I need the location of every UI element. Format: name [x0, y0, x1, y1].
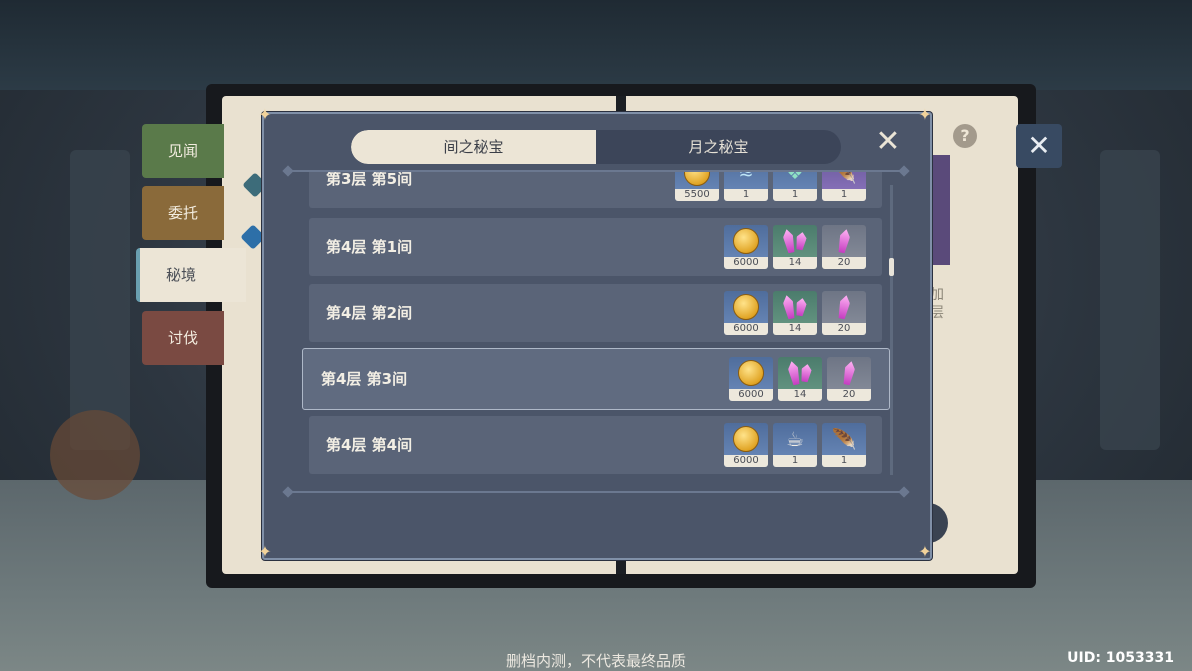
- side-tab-domains[interactable]: 秘境: [136, 248, 246, 302]
- reward-list: 5500 ≈1 ❖ 1 🪶 1: [675, 172, 866, 201]
- side-tab-experience[interactable]: 见闻: [142, 124, 224, 178]
- reward-item[interactable]: 5500: [675, 172, 719, 201]
- reward-count: 1: [724, 189, 768, 201]
- reward-item[interactable]: ❖ 1: [773, 172, 817, 201]
- enhancement-ore-small-icon: [827, 357, 871, 389]
- corner-ornament-icon: ✦: [258, 542, 272, 561]
- modal-close-button[interactable]: ✕: [872, 127, 904, 159]
- reward-count: 1: [822, 455, 866, 467]
- chamber-label: 第4层 第1间: [326, 238, 413, 256]
- reward-list: 6000 14 20: [729, 357, 871, 401]
- reward-count: 1: [773, 455, 817, 467]
- enhancement-ore-small-icon: [822, 225, 866, 257]
- chamber-row[interactable]: 第4层 第4间 6000 ☕ 1 🪶 1: [309, 416, 882, 474]
- feather-artifact-icon: 🪶: [831, 427, 857, 451]
- mora-coin-icon: [729, 357, 773, 389]
- chamber-label: 第4层 第4间: [326, 436, 413, 454]
- reward-count: 20: [822, 257, 866, 269]
- enhancement-ore-icon: [773, 225, 817, 257]
- reward-item[interactable]: 6000: [724, 291, 768, 335]
- chamber-label: 第3层 第5间: [326, 172, 413, 188]
- reward-item[interactable]: 14: [773, 225, 817, 269]
- reward-list: 6000 ☕ 1 🪶 1: [724, 423, 866, 467]
- reward-item[interactable]: 14: [773, 291, 817, 335]
- reward-item[interactable]: 6000: [724, 225, 768, 269]
- reward-count: 14: [778, 389, 822, 401]
- chamber-row[interactable]: 第4层 第2间 6000 14 20: [309, 284, 882, 342]
- chamber-row[interactable]: 第3层 第5间 5500 ≈1 ❖ 1 🪶 1: [309, 172, 882, 208]
- corner-ornament-icon: ✦: [258, 105, 272, 124]
- chamber-row[interactable]: 第4层 第1间 6000 14 20: [309, 218, 882, 276]
- reward-count: 14: [773, 257, 817, 269]
- reward-item[interactable]: ☕ 1: [773, 423, 817, 467]
- reward-count: 14: [773, 323, 817, 335]
- right-page-text: 加: [930, 287, 944, 303]
- reward-count: 6000: [724, 323, 768, 335]
- help-icon[interactable]: ?: [953, 124, 977, 148]
- enhancement-ore-icon: [778, 357, 822, 389]
- fatui-mask-icon: ≈: [738, 172, 754, 184]
- background-sky: [0, 0, 1192, 90]
- reward-count: 5500: [675, 189, 719, 201]
- reward-count: 20: [822, 323, 866, 335]
- background-pillar: [1100, 150, 1160, 450]
- reward-item[interactable]: 20: [822, 291, 866, 335]
- reward-item[interactable]: 20: [827, 357, 871, 401]
- chamber-row[interactable]: 第4层 第3间 6000 14 20: [302, 348, 890, 410]
- teacup-icon: ☕: [786, 427, 804, 451]
- corner-ornament-icon: ✦: [918, 105, 932, 124]
- right-page-text: 层: [930, 305, 944, 321]
- side-tab-bosses[interactable]: 讨伐: [142, 311, 224, 365]
- chamber-label: 第4层 第3间: [321, 370, 408, 388]
- chamber-label: 第4层 第2间: [326, 304, 413, 322]
- side-tab-commissions[interactable]: 委托: [142, 186, 224, 240]
- reward-count: 1: [822, 189, 866, 201]
- scrollbar-track[interactable]: [890, 185, 893, 475]
- list-divider: [288, 491, 904, 493]
- handbook-close-button[interactable]: ✕: [1016, 124, 1062, 168]
- reward-item[interactable]: ≈1: [724, 172, 768, 201]
- background-pillar: [70, 150, 130, 450]
- reward-list: 6000 14 20: [724, 225, 866, 269]
- domain-preview-image: [930, 155, 950, 265]
- chamber-reward-list[interactable]: 第3层 第5间 5500 ≈1 ❖ 1 🪶 1 第4层 第1间 6000 14 20 第4层 第2间 6…: [300, 172, 900, 478]
- reward-list: 6000 14 20: [724, 291, 866, 335]
- reward-item[interactable]: 🪶 1: [822, 423, 866, 467]
- beta-notice: 删档内测，不代表最终品质: [505, 652, 686, 670]
- mora-coin-icon: [724, 423, 768, 455]
- mora-coin-icon: [724, 291, 768, 323]
- enhancement-ore-small-icon: [822, 291, 866, 323]
- reward-item[interactable]: 20: [822, 225, 866, 269]
- mora-coin-icon: [724, 225, 768, 257]
- scrollbar-thumb[interactable]: [889, 258, 894, 276]
- mora-coin-icon: [675, 172, 719, 189]
- corner-ornament-icon: ✦: [918, 542, 932, 561]
- reward-item[interactable]: 6000: [729, 357, 773, 401]
- reward-tab-bar: 间之秘宝 月之秘宝: [351, 130, 841, 164]
- reward-item[interactable]: 14: [778, 357, 822, 401]
- reward-item[interactable]: 🪶 1: [822, 172, 866, 201]
- player-uid: UID: 1053331: [1067, 650, 1174, 666]
- enhancement-ore-icon: [773, 291, 817, 323]
- tab-moon-treasure[interactable]: 月之秘宝: [596, 130, 841, 164]
- reward-item[interactable]: 6000: [724, 423, 768, 467]
- feather-artifact-icon: 🪶: [831, 172, 857, 185]
- artifact-icon: ❖: [786, 172, 804, 184]
- reward-count: 6000: [724, 455, 768, 467]
- reward-count: 20: [827, 389, 871, 401]
- tab-chamber-treasure[interactable]: 间之秘宝: [351, 130, 596, 164]
- reward-count: 6000: [724, 257, 768, 269]
- reward-count: 6000: [729, 389, 773, 401]
- background-pot: [50, 410, 140, 500]
- reward-count: 1: [773, 189, 817, 201]
